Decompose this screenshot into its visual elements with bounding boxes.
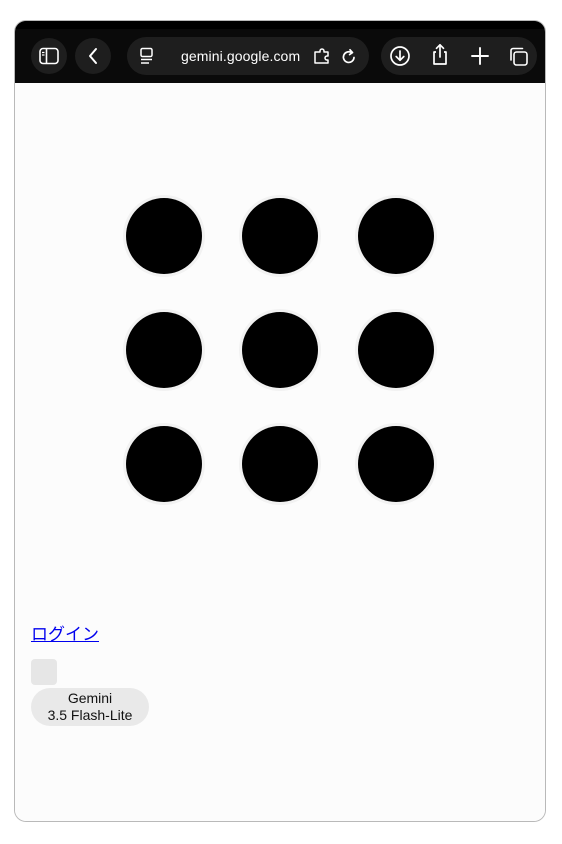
download-icon[interactable] (389, 45, 411, 67)
sidebar-toggle-button[interactable] (31, 38, 67, 74)
page-menu-icon[interactable] (139, 47, 155, 65)
back-button[interactable] (75, 38, 111, 74)
loading-dot (358, 312, 434, 388)
loading-dot (126, 198, 202, 274)
url-text[interactable]: gemini.google.com (181, 48, 300, 64)
image-placeholder (31, 659, 57, 685)
browser-toolbar: gemini.google.com (15, 21, 545, 83)
page-content: ログイン Gemini 3.5 Flash-Lite (15, 83, 545, 822)
plus-icon[interactable] (470, 46, 490, 66)
loading-dot (242, 198, 318, 274)
loading-dot (358, 426, 434, 502)
model-selector-button[interactable]: Gemini 3.5 Flash-Lite (31, 688, 149, 726)
loading-dot (242, 426, 318, 502)
tabs-icon[interactable] (508, 46, 529, 67)
login-link[interactable]: ログイン (31, 620, 99, 645)
sidebar-icon (39, 47, 59, 65)
browser-window: gemini.google.com (14, 20, 546, 822)
toolbar-top-edge (15, 21, 545, 29)
model-name: Gemini (31, 690, 149, 707)
extensions-icon[interactable] (313, 48, 331, 66)
loading-dot (126, 312, 202, 388)
model-version: 3.5 Flash-Lite (31, 707, 149, 724)
loading-dot (358, 198, 434, 274)
loading-dot (126, 426, 202, 502)
loading-dot (242, 312, 318, 388)
chevron-left-icon (87, 47, 99, 65)
reload-icon[interactable] (341, 48, 357, 66)
share-icon[interactable] (430, 43, 450, 67)
